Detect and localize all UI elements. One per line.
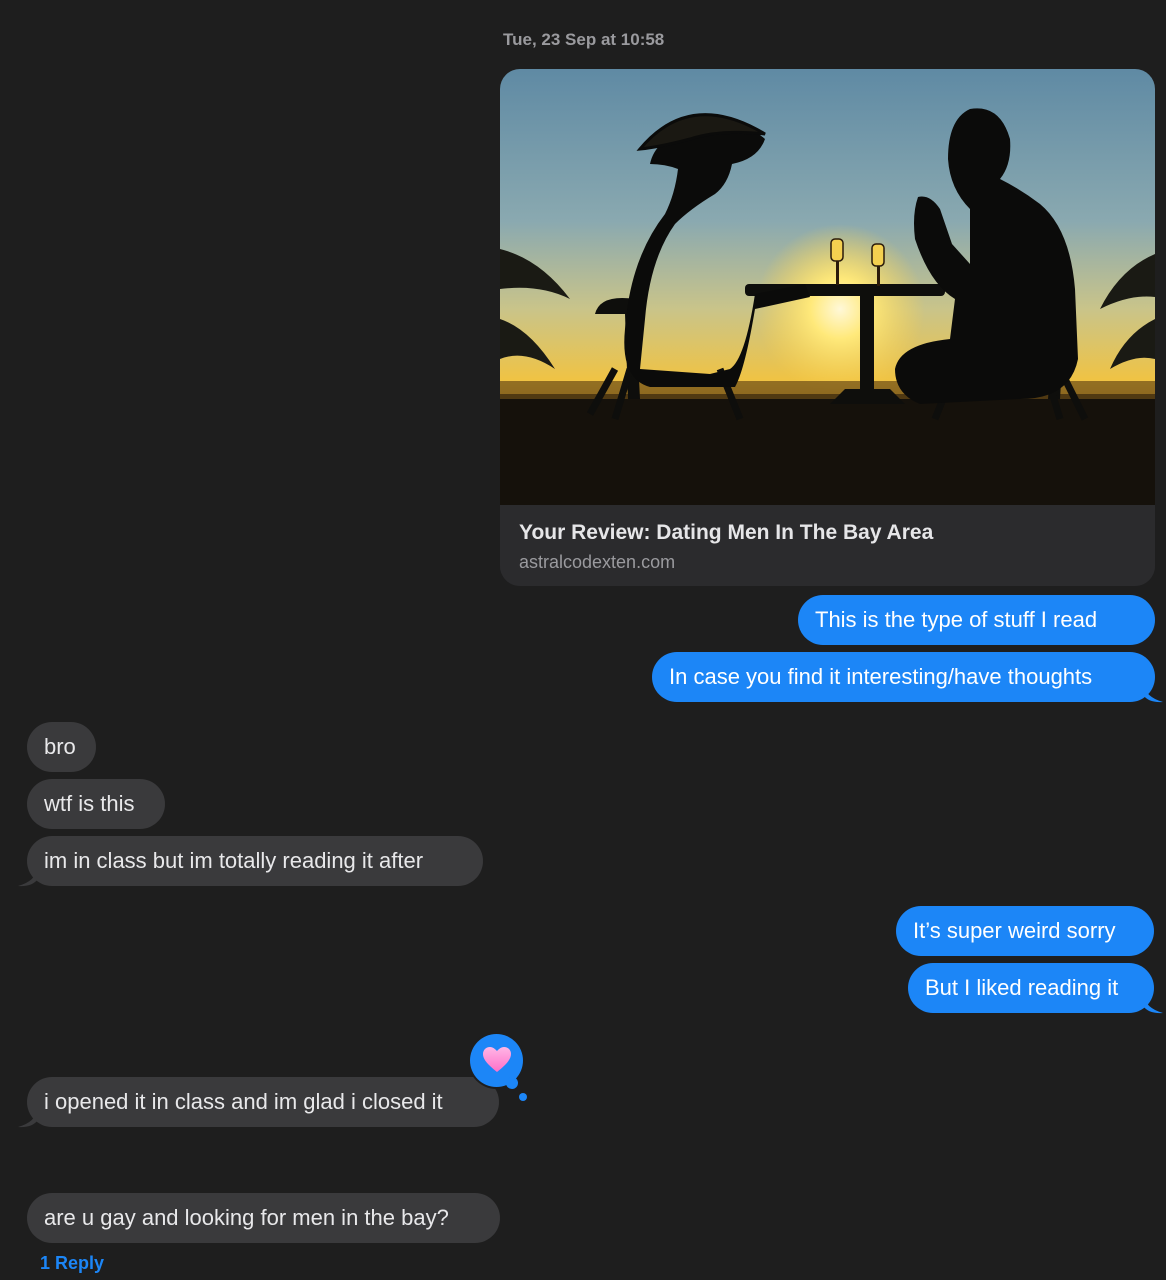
message-text: bro bbox=[44, 734, 76, 759]
sent-message-bubble[interactable]: This is the type of stuff I read bbox=[798, 595, 1155, 645]
thread-reply-link[interactable]: 1 Reply bbox=[40, 1253, 104, 1274]
message-text: im in class but im totally reading it af… bbox=[44, 848, 424, 873]
tapback-tail-dot bbox=[506, 1077, 518, 1089]
link-preview-title: Your Review: Dating Men In The Bay Area bbox=[519, 521, 934, 544]
message-timestamp: Tue, 23 Sep at 10:58 bbox=[503, 30, 665, 49]
bubble-tail-icon bbox=[18, 867, 38, 887]
couple-silhouette-sunset-image bbox=[500, 69, 1155, 505]
message-text: wtf is this bbox=[44, 791, 135, 816]
received-message-bubble[interactable]: are u gay and looking for men in the bay… bbox=[27, 1193, 500, 1243]
link-preview-footer: Your Review: Dating Men In The Bay Area … bbox=[500, 505, 1155, 586]
tapback-tail-dot bbox=[519, 1093, 527, 1101]
bubble-tail-icon bbox=[18, 1108, 38, 1128]
received-message-bubble[interactable]: i opened it in class and im glad i close… bbox=[27, 1077, 499, 1127]
bubble-tail-icon bbox=[1143, 683, 1163, 703]
messages-transcript: Tue, 23 Sep at 10:58 Your Review: Dating… bbox=[0, 0, 1166, 1280]
sent-message-bubble[interactable]: In case you find it interesting/have tho… bbox=[652, 652, 1155, 702]
sent-message-bubble[interactable]: But I liked reading it bbox=[908, 963, 1154, 1013]
message-text: i opened it in class and im glad i close… bbox=[44, 1089, 443, 1114]
message-text: This is the type of stuff I read bbox=[815, 607, 1098, 632]
message-text: It’s super weird sorry bbox=[913, 918, 1116, 943]
received-message-bubble[interactable]: bro bbox=[27, 722, 96, 772]
message-text: But I liked reading it bbox=[925, 975, 1119, 1000]
bubble-tail-icon bbox=[1143, 994, 1163, 1014]
message-text: In case you find it interesting/have tho… bbox=[669, 664, 1093, 689]
received-message-bubble[interactable]: im in class but im totally reading it af… bbox=[27, 836, 483, 886]
message-text: are u gay and looking for men in the bay… bbox=[44, 1205, 449, 1230]
received-message-bubble[interactable]: wtf is this bbox=[27, 779, 165, 829]
pink-heart-icon bbox=[483, 1047, 511, 1072]
sent-message-bubble[interactable]: It’s super weird sorry bbox=[896, 906, 1154, 956]
link-preview-card[interactable]: Your Review: Dating Men In The Bay Area … bbox=[500, 69, 1155, 586]
link-preview-domain: astralcodexten.com bbox=[519, 552, 676, 572]
